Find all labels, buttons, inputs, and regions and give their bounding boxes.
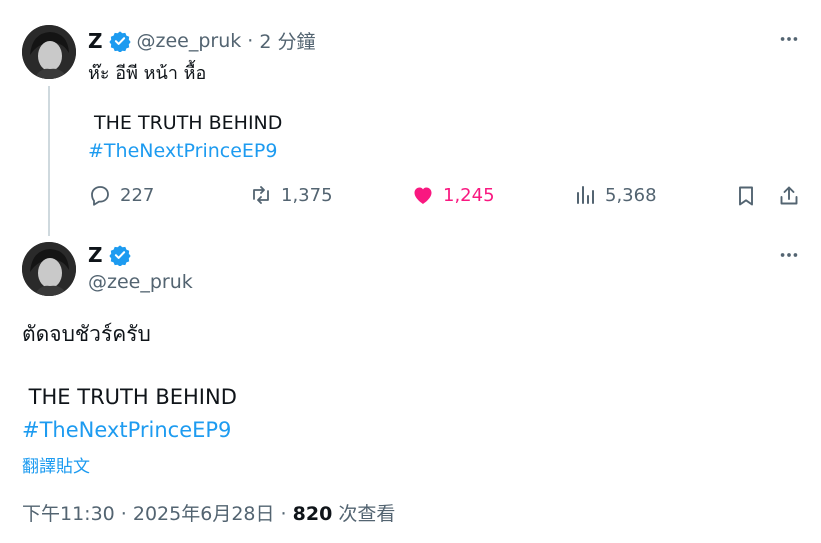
views-button[interactable]: 5,368 — [573, 183, 657, 207]
avatar-photo — [22, 25, 76, 79]
more-icon[interactable] — [778, 28, 800, 50]
views-count: 820 — [292, 503, 333, 525]
thread-line — [48, 86, 50, 236]
author-handle[interactable]: @zee_pruk — [137, 30, 242, 52]
author-name[interactable]: Z — [88, 243, 103, 267]
hashtag-link[interactable]: #TheNextPrinceEP9 — [22, 418, 231, 442]
reply-icon — [91, 186, 109, 206]
heart-icon — [414, 187, 432, 204]
tweet-text-line: THE TRUTH BEHIND — [22, 385, 237, 409]
tweet-text-line: ห๊ะ อีพี หน้า หื้อ — [88, 63, 207, 84]
share-icon[interactable] — [777, 184, 801, 208]
avatar[interactable] — [22, 242, 76, 296]
author-name[interactable]: Z — [88, 29, 103, 53]
like-button[interactable]: 1,245 — [411, 183, 495, 207]
tweet-timestamp[interactable]: 下午11:30 · 2025年6月28日 — [22, 503, 275, 525]
more-icon[interactable] — [778, 244, 800, 266]
retweet-count: 1,375 — [281, 184, 333, 206]
verified-icon[interactable] — [108, 30, 131, 52]
views-icon — [577, 186, 594, 204]
bookmark-icon[interactable] — [734, 184, 758, 208]
retweet-icon — [253, 186, 269, 204]
translate-post-link[interactable]: 翻譯貼文 — [22, 452, 90, 477]
separator-dot: · — [247, 29, 254, 52]
tweet-text-line: ตัดจบชัวร์ครับ — [22, 322, 151, 346]
like-count: 1,245 — [443, 184, 495, 206]
views-count: 5,368 — [605, 184, 657, 206]
retweet-button[interactable]: 1,375 — [249, 183, 333, 207]
tweet-time[interactable]: 2 分鐘 — [259, 27, 315, 54]
verified-icon[interactable] — [108, 244, 131, 266]
reply-button[interactable]: 227 — [88, 183, 154, 207]
author-handle[interactable]: @zee_pruk — [88, 271, 193, 293]
avatar[interactable] — [22, 25, 76, 79]
main-tweet-author: Z — [88, 243, 131, 267]
views-label: 次查看 — [338, 503, 396, 525]
tweet-text-line: THE TRUTH BEHIND — [88, 112, 283, 134]
tweet-meta: 下午11:30 · 2025年6月28日 · 820 次查看 — [22, 499, 395, 526]
avatar-photo — [22, 242, 76, 296]
reply-count: 227 — [120, 184, 155, 206]
hashtag-link[interactable]: #TheNextPrinceEP9 — [88, 140, 277, 162]
separator-dot: · — [280, 503, 293, 525]
reply-tweet-header: Z @zee_pruk · 2 分鐘 — [88, 27, 315, 54]
